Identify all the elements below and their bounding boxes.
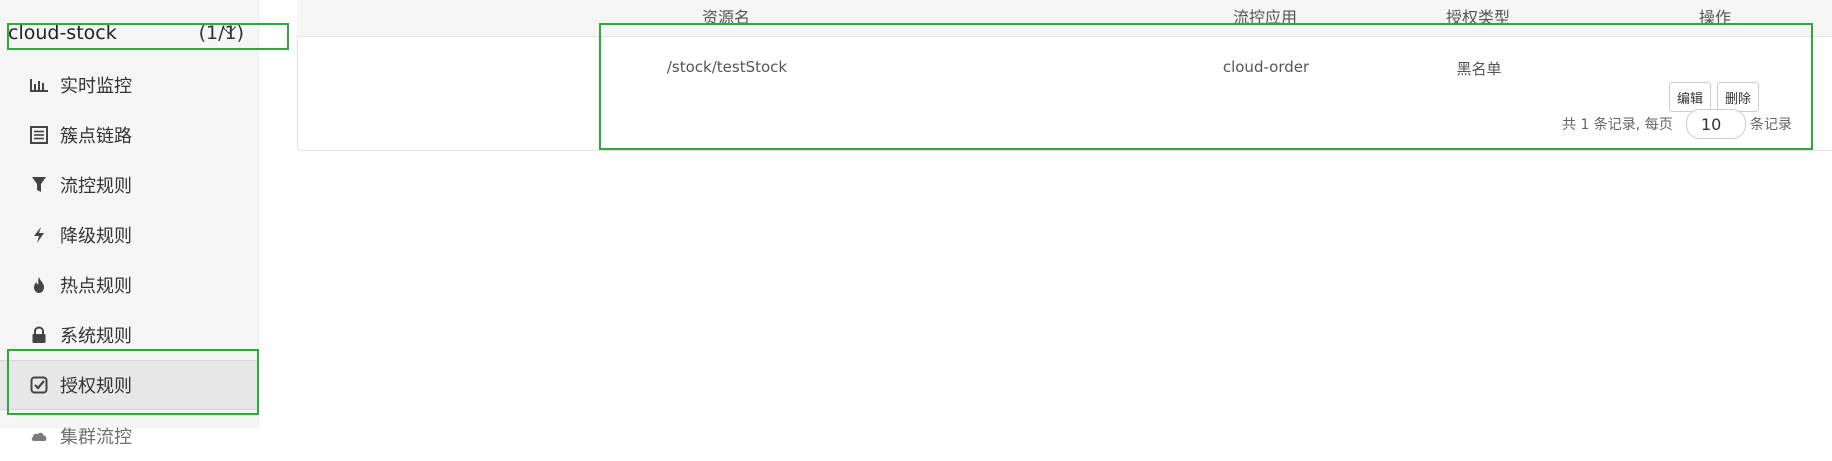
sidebar-item-label: 系统规则 bbox=[60, 326, 132, 347]
filter-icon bbox=[28, 174, 50, 196]
sidebar-item-label: 簇点链路 bbox=[60, 126, 132, 147]
cell-app: cloud-order bbox=[1222, 58, 1310, 76]
sidebar-item-cluster-flow[interactable]: 集群流控 bbox=[0, 411, 258, 461]
sidebar-item-label: 实时监控 bbox=[60, 76, 132, 97]
sidebar-item-flow-rules[interactable]: 流控规则 bbox=[0, 160, 258, 210]
sidebar-item-cluster-link[interactable]: 簇点链路 bbox=[0, 110, 258, 160]
sidebar: cloud-stock (1/1) 实时监控 簇点链路 流控规则 降级规则 热点… bbox=[0, 0, 259, 448]
pagination-suffix: 条记录 bbox=[1750, 117, 1792, 133]
column-header-auth-type: 授权类型 bbox=[1445, 8, 1511, 27]
list-icon bbox=[28, 124, 50, 146]
sidebar-item-label: 授权规则 bbox=[60, 376, 132, 397]
edit-button[interactable]: 编辑 bbox=[1669, 82, 1712, 112]
sidebar-item-auth-rules[interactable]: 授权规则 bbox=[0, 360, 258, 410]
cell-auth-type: 黑名单 bbox=[1456, 60, 1502, 78]
sidebar-item-label: 热点规则 bbox=[60, 276, 132, 297]
lock-icon bbox=[28, 324, 50, 346]
app-selector[interactable]: cloud-stock (1/1) bbox=[0, 8, 258, 58]
cloud-icon bbox=[28, 425, 50, 447]
column-header-actions: 操作 bbox=[1698, 8, 1732, 27]
bar-chart-icon bbox=[28, 74, 50, 96]
pagination-summary: 共 1 条记录, 每页 bbox=[1562, 117, 1673, 133]
sidebar-item-realtime-monitor[interactable]: 实时监控 bbox=[0, 60, 258, 110]
sidebar-item-system-rules[interactable]: 系统规则 bbox=[0, 310, 258, 360]
cell-resource: /stock/testStock bbox=[666, 58, 788, 76]
table-header: 资源名 流控应用 授权类型 操作 bbox=[297, 0, 1832, 37]
page-size-input[interactable] bbox=[1686, 109, 1746, 139]
check-square-icon bbox=[28, 374, 50, 396]
sidebar-item-label: 集群流控 bbox=[60, 427, 132, 448]
fire-icon bbox=[28, 274, 50, 296]
sidebar-item-degrade-rules[interactable]: 降级规则 bbox=[0, 210, 258, 260]
app-count: (1/1) bbox=[198, 22, 244, 44]
sidebar-item-label: 降级规则 bbox=[60, 226, 132, 247]
delete-button[interactable]: 删除 bbox=[1717, 82, 1760, 112]
sidebar-item-label: 流控规则 bbox=[60, 176, 132, 197]
flash-icon bbox=[28, 224, 50, 246]
column-header-resource: 资源名 bbox=[701, 8, 751, 27]
sidebar-item-hotspot-rules[interactable]: 热点规则 bbox=[0, 260, 258, 310]
column-header-app: 流控应用 bbox=[1232, 8, 1298, 27]
app-name: cloud-stock bbox=[8, 22, 117, 44]
